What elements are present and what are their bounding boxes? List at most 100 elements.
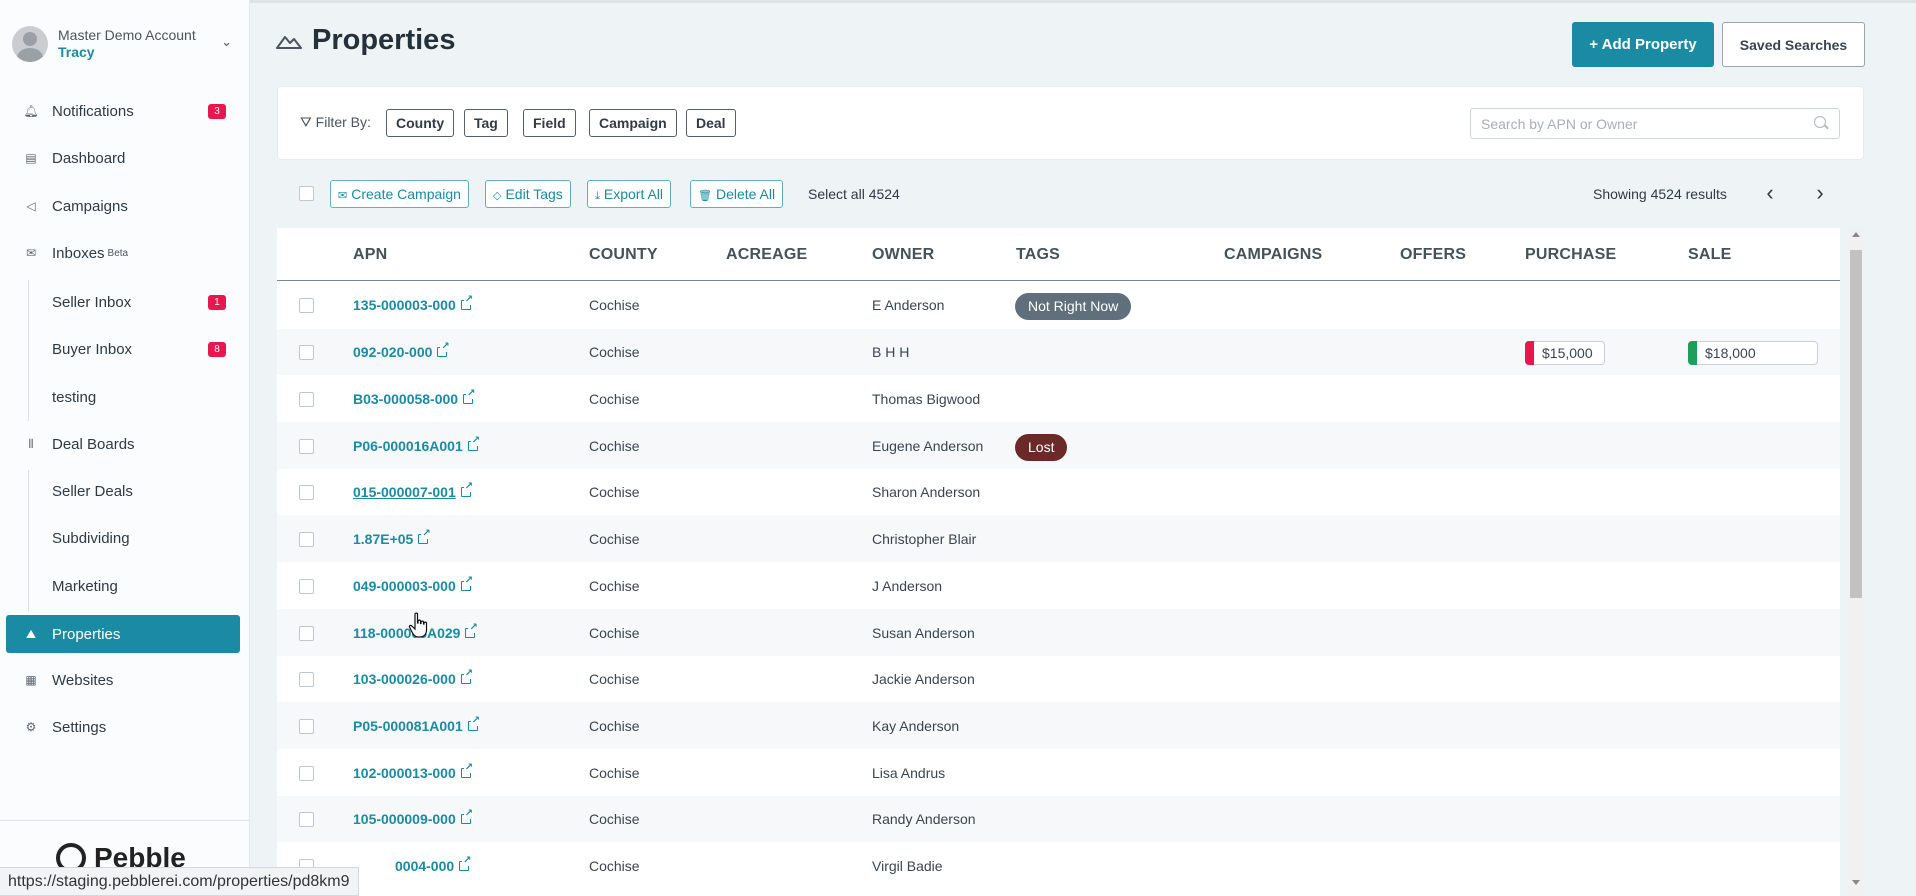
external-link-icon[interactable] (460, 482, 474, 497)
row-checkbox[interactable] (299, 812, 314, 827)
select-all-checkbox[interactable] (299, 186, 314, 201)
sidebar-item-campaigns[interactable]: ◁ Campaigns (6, 187, 240, 225)
column-header-county[interactable]: COUNTY (589, 246, 658, 264)
filter-chip-campaign[interactable]: Campaign (589, 109, 677, 137)
column-header-tags[interactable]: TAGS (1016, 246, 1060, 264)
apn-link[interactable]: 103-000026-000 (353, 669, 474, 687)
table-row[interactable]: 015-000007-001 Cochise Sharon Anderson (277, 469, 1840, 515)
tag-badge[interactable]: Lost (1015, 434, 1068, 461)
prev-page-button[interactable]: ‹ (1756, 180, 1784, 208)
external-link-icon[interactable] (463, 389, 476, 404)
row-checkbox[interactable] (299, 298, 314, 313)
apn-link[interactable]: 1.87E+05 (353, 529, 431, 547)
row-checkbox[interactable] (299, 626, 314, 641)
external-link-icon[interactable] (460, 763, 474, 778)
row-checkbox[interactable] (299, 579, 314, 594)
apn-link[interactable]: 092-020-000 (353, 342, 450, 360)
apn-link[interactable]: 049-000003-000 (353, 576, 474, 594)
column-header-campaigns[interactable]: CAMPAIGNS (1224, 246, 1322, 264)
external-link-icon[interactable] (460, 295, 474, 310)
apn-link[interactable]: 102-000013-000 (353, 763, 474, 781)
row-checkbox[interactable] (299, 439, 314, 454)
external-link-icon[interactable] (459, 856, 472, 871)
column-header-purchase[interactable]: PURCHASE (1525, 246, 1616, 264)
filter-chip-county[interactable]: County (386, 109, 455, 137)
external-link-icon[interactable] (467, 716, 481, 731)
sidebar-item-websites[interactable]: ▦ Websites (6, 661, 240, 699)
external-link-icon[interactable] (465, 623, 478, 638)
row-checkbox[interactable] (299, 532, 314, 547)
table-row[interactable]: 0004-000 Cochise Virgil Badie (277, 842, 1840, 896)
external-link-icon[interactable] (460, 669, 474, 684)
apn-link[interactable]: B03-000058-000 (353, 389, 476, 407)
external-link-icon[interactable] (437, 342, 450, 357)
sidebar-item-seller-inbox[interactable]: Seller Inbox 1 (6, 283, 240, 321)
apn-link[interactable]: 0004-000 (395, 856, 472, 874)
filter-chip-tag[interactable]: Tag (464, 109, 508, 137)
filter-chip-field[interactable]: Field (523, 109, 576, 137)
next-page-button[interactable]: › (1806, 180, 1834, 208)
apn-link[interactable]: 105-000009-000 (353, 809, 474, 827)
tag-badge[interactable]: Not Right Now (1015, 293, 1132, 320)
add-property-button[interactable]: + Add Property (1572, 22, 1714, 67)
sidebar-item-deal-boards[interactable]: ⫴ Deal Boards (6, 425, 240, 463)
row-checkbox[interactable] (299, 672, 314, 687)
external-link-icon[interactable] (460, 809, 474, 824)
row-checkbox[interactable] (299, 766, 314, 781)
sidebar-item-properties[interactable]: ⛰︎ Properties (6, 615, 240, 653)
table-row[interactable]: 1.87E+05 Cochise Christopher Blair (277, 515, 1840, 562)
column-header-sale[interactable]: SALE (1688, 246, 1731, 264)
table-row[interactable]: P06-000016A001 Cochise Eugene Anderson Lost (277, 422, 1840, 469)
sidebar-item-subdividing[interactable]: Subdividing (6, 519, 240, 557)
sidebar-item-seller-deals[interactable]: Seller Deals (6, 472, 240, 510)
filter-chip-deal[interactable]: Deal (686, 109, 736, 137)
column-header-apn[interactable]: APN (353, 246, 387, 264)
account-switcher[interactable]: Master Demo Account Tracy ⌄ (12, 22, 242, 66)
sale-price-field[interactable]: $18,000 (1688, 341, 1818, 365)
table-row[interactable]: B03-000058-000 Cochise Thomas Bigwood (277, 375, 1840, 422)
table-row[interactable]: 103-000026-000 Cochise Jackie Anderson (277, 656, 1840, 702)
scrollbar-thumb[interactable] (1850, 250, 1862, 598)
table-row[interactable]: 092-020-000 Cochise B H H $15,000 $18,000 (277, 329, 1840, 375)
sidebar-item-testing[interactable]: testing (6, 378, 240, 416)
purchase-price-field[interactable]: $15,000 (1525, 341, 1605, 365)
row-checkbox[interactable] (299, 485, 314, 500)
apn-link[interactable]: 015-000007-001 (353, 482, 474, 500)
apn-link[interactable]: 135-000003-000 (353, 295, 474, 313)
table-row[interactable]: 105-000009-000 Cochise Randy Anderson (277, 796, 1840, 842)
scroll-up-arrow[interactable] (1852, 232, 1860, 237)
column-header-offers[interactable]: OFFERS (1400, 246, 1466, 264)
sidebar-item-notifications[interactable]: 🔔︎ Notifications 3 (6, 92, 240, 130)
table-row[interactable]: 049-000003-000 Cochise J Anderson (277, 562, 1840, 609)
sidebar-item-dashboard[interactable]: ▤ Dashboard (6, 139, 240, 177)
sidebar-item-buyer-inbox[interactable]: Buyer Inbox 8 (6, 330, 240, 368)
table-scrollbar[interactable] (1848, 228, 1864, 896)
external-link-icon[interactable] (418, 529, 431, 544)
search-input[interactable] (1470, 108, 1840, 139)
external-link-icon[interactable] (460, 576, 474, 591)
row-checkbox[interactable] (299, 719, 314, 734)
select-all-link[interactable]: Select all 4524 (808, 186, 900, 202)
table-row[interactable]: 102-000013-000 Cochise Lisa Andrus (277, 749, 1840, 796)
apn-link[interactable]: P06-000016A001 (353, 436, 481, 454)
county-cell: Cochise (589, 811, 640, 827)
edit-tags-button[interactable]: ◇ Edit Tags (485, 180, 571, 208)
table-row[interactable]: 118-000005A029 Cochise Susan Anderson (277, 609, 1840, 656)
apn-text: 118-000005A029 (353, 625, 461, 641)
row-checkbox[interactable] (299, 392, 314, 407)
external-link-icon[interactable] (467, 436, 481, 451)
delete-all-button[interactable]: 🗑︎ Delete All (690, 180, 784, 208)
sidebar-item-settings[interactable]: ⚙ Settings (6, 708, 240, 746)
table-row[interactable]: 135-000003-000 Cochise E Anderson Not Right… (277, 281, 1840, 329)
scroll-down-arrow[interactable] (1852, 880, 1860, 885)
sidebar-item-inboxes[interactable]: ✉ Inboxes Beta (6, 234, 240, 272)
table-row[interactable]: P05-000081A001 Cochise Kay Anderson (277, 702, 1840, 749)
create-campaign-button[interactable]: ✉ Create Campaign (330, 180, 469, 208)
column-header-acreage[interactable]: ACREAGE (726, 246, 807, 264)
sidebar-item-marketing[interactable]: Marketing (6, 567, 240, 605)
row-checkbox[interactable] (299, 345, 314, 360)
apn-link[interactable]: P05-000081A001 (353, 716, 481, 734)
column-header-owner[interactable]: OWNER (872, 246, 934, 264)
export-all-button[interactable]: ⤓ Export All (587, 180, 672, 208)
saved-searches-button[interactable]: Saved Searches (1722, 22, 1865, 67)
